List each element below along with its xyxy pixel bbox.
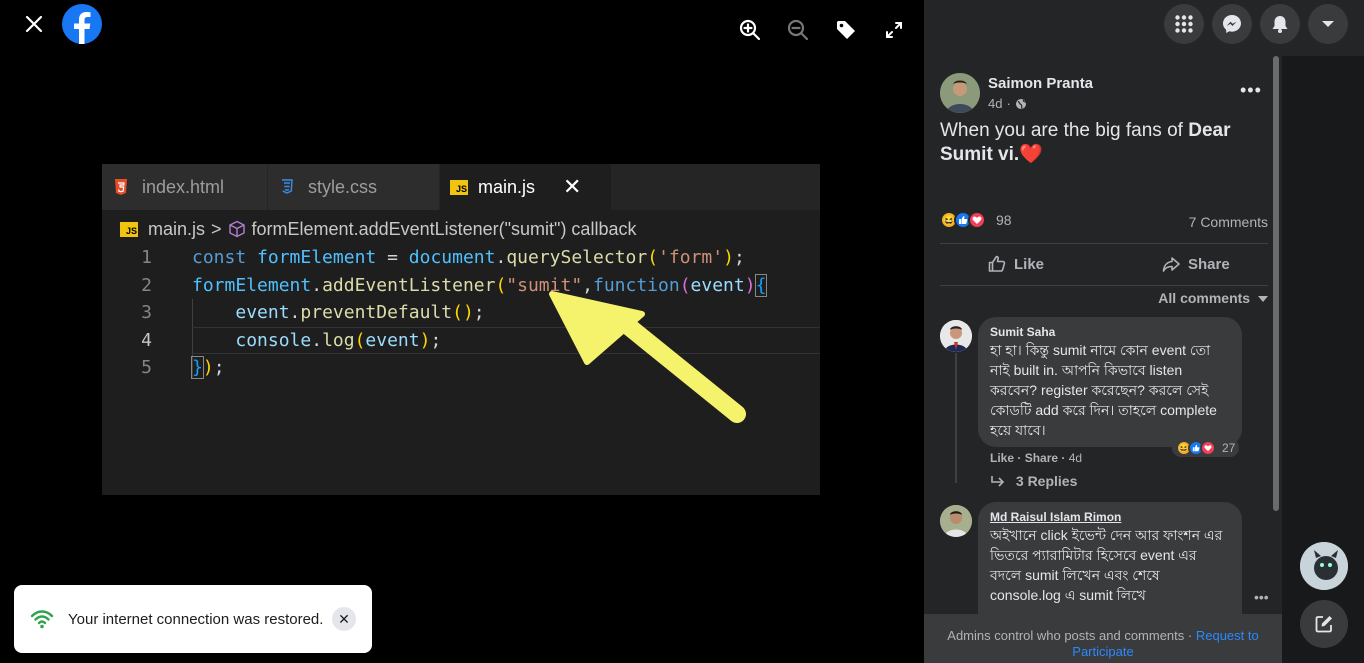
comment-actions: Like · Share · 4d: [990, 451, 1082, 465]
toast-message: Your internet connection was restored.: [68, 610, 324, 628]
commenter-avatar[interactable]: [940, 505, 972, 537]
globe-icon: [1015, 98, 1027, 110]
post-author-name[interactable]: Saimon Pranta: [988, 75, 1093, 92]
comment-bubble: Sumit Saha হা হা। কিন্তু sumit নামে কোন …: [978, 317, 1242, 447]
comment-share-link[interactable]: Share: [1025, 451, 1058, 465]
comment-more-icon[interactable]: •••: [1254, 589, 1269, 605]
comment-like-link[interactable]: Like: [990, 451, 1014, 465]
comment-reactions[interactable]: 😆 27: [1172, 439, 1240, 457]
comments-count[interactable]: 7 Comments: [1189, 214, 1268, 230]
facebook-logo-icon[interactable]: [62, 4, 102, 44]
post-timestamp[interactable]: 4d ·: [988, 96, 1027, 111]
scrollbar-thumb[interactable]: [1273, 56, 1279, 511]
caption-text: When you are the big fans of: [940, 120, 1189, 141]
toast-close-icon[interactable]: ✕: [332, 607, 356, 631]
menu-grid-icon[interactable]: [1164, 4, 1204, 44]
post-caption: When you are the big fans of Dear Sumit …: [940, 119, 1260, 167]
reply-arrow-icon: [990, 476, 1006, 488]
zoom-out-icon[interactable]: [784, 16, 812, 44]
notifications-bell-icon[interactable]: [1260, 4, 1300, 44]
reactions-count: 98: [996, 212, 1012, 228]
share-label: Share: [1188, 255, 1230, 273]
view-replies-button[interactable]: 3 Replies: [990, 473, 1077, 489]
chat-contact-avatar[interactable]: [1300, 542, 1348, 590]
account-chevron-down-icon[interactable]: [1308, 4, 1348, 44]
post-details-panel: Saimon Pranta 4d · ••• When you are the …: [924, 56, 1282, 614]
commenter-avatar[interactable]: [940, 320, 972, 352]
photo-viewer: index.html style.css JS main.js ✕ JS mai…: [0, 0, 924, 663]
divider: [940, 285, 1268, 286]
love-reaction-icon: [968, 211, 986, 229]
caret-down-icon: [1258, 295, 1268, 303]
separator-dot: ·: [1017, 451, 1025, 465]
comment-time[interactable]: 4d: [1069, 451, 1082, 465]
fullscreen-icon[interactable]: [880, 16, 908, 44]
comment-text: হা হা। কিন্তু sumit নামে কোন event তো না…: [990, 342, 1217, 438]
wifi-icon: [30, 608, 54, 630]
like-button[interactable]: Like: [988, 252, 1044, 276]
replies-label: 3 Replies: [1015, 473, 1078, 489]
admin-notice-text: Admins control who posts and comments ·: [947, 628, 1196, 643]
yellow-arrow-annotation: [549, 291, 746, 423]
connection-toast: Your internet connection was restored. ✕: [14, 585, 372, 653]
new-message-icon[interactable]: [1300, 600, 1348, 648]
heart-emoji: ❤️: [1019, 144, 1043, 165]
more-options-icon[interactable]: •••: [1240, 80, 1262, 101]
separator-dot: ·: [1061, 451, 1069, 465]
like-label: Like: [1014, 255, 1045, 273]
group-admin-notice: Admins control who posts and comments · …: [924, 614, 1282, 663]
close-icon[interactable]: [20, 10, 48, 38]
reactions-summary[interactable]: 😆 98: [940, 211, 1012, 229]
share-button[interactable]: Share: [1162, 252, 1230, 276]
top-nav-bar: [924, 0, 1364, 56]
reply-thread-line: [955, 353, 957, 483]
tag-icon[interactable]: [832, 16, 860, 44]
comment-reaction-count: 27: [1222, 441, 1236, 455]
zoom-in-icon[interactable]: [736, 16, 764, 44]
thumbs-up-icon: [988, 255, 1006, 273]
panel-scrollbar[interactable]: [1270, 56, 1282, 614]
comment-filter-dropdown[interactable]: All comments: [1158, 290, 1268, 306]
separator-dot: ·: [1006, 96, 1011, 111]
comment-author[interactable]: Sumit Saha: [990, 325, 1230, 339]
comment-filter-label: All comments: [1158, 290, 1251, 306]
share-arrow-icon: [1162, 255, 1180, 273]
comment-text: অইখানে click ইভেন্ট দেন আর ফাংশন এর ভিতর…: [990, 527, 1223, 603]
comment-author[interactable]: Md Raisul Islam Rimon: [990, 510, 1230, 524]
comment-bubble: Md Raisul Islam Rimon অইখানে click ইভেন্…: [978, 502, 1242, 614]
post-photo[interactable]: index.html style.css JS main.js ✕ JS mai…: [102, 164, 820, 495]
messenger-icon[interactable]: [1212, 4, 1252, 44]
love-reaction-icon: [1200, 440, 1216, 456]
divider: [940, 243, 1268, 244]
post-time-text: 4d: [988, 96, 1003, 111]
author-avatar[interactable]: [940, 73, 980, 113]
